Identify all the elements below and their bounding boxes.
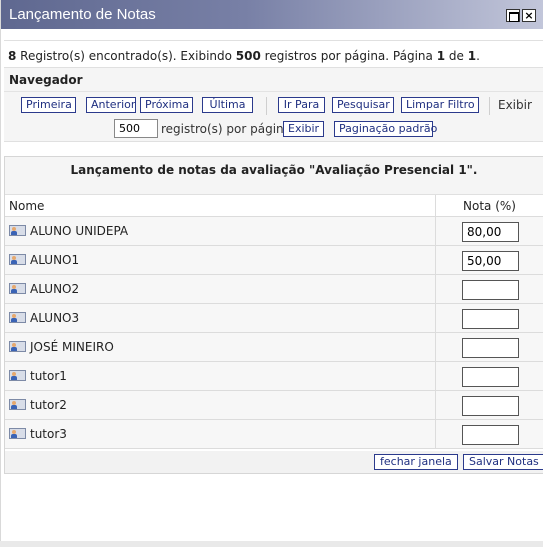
navigator-panel: Navegador Primeira Anterior Próxima Últi…	[4, 67, 543, 142]
grade-input[interactable]	[462, 309, 519, 329]
student-icon	[9, 428, 26, 439]
grade-input[interactable]	[462, 338, 519, 358]
save-grades-button[interactable]: Salvar Notas	[463, 454, 543, 470]
table-row: ALUNO1	[5, 246, 543, 275]
student-name: JOSÉ MINEIRO	[30, 340, 114, 354]
previous-page-button[interactable]: Anterior	[86, 97, 136, 113]
table-row: tutor2	[5, 391, 543, 420]
maximize-icon[interactable]	[506, 9, 520, 22]
goto-page-button[interactable]: Ir Para	[278, 97, 325, 113]
table-row: tutor1	[5, 362, 543, 391]
grade-input[interactable]	[462, 251, 519, 271]
student-name: ALUNO3	[30, 311, 80, 325]
search-button[interactable]: Pesquisar	[332, 97, 394, 113]
name-column-header: Nome	[9, 199, 45, 213]
student-name: ALUNO UNIDEPA	[30, 224, 129, 238]
clear-filter-button[interactable]: Limpar Filtro	[401, 97, 479, 113]
current-page: 1	[436, 49, 446, 63]
student-name: tutor3	[30, 427, 67, 441]
show-button[interactable]: Exibir	[283, 121, 324, 137]
grades-heading: Lançamento de notas da avaliação "Avalia…	[5, 157, 543, 195]
window-titlebar[interactable]: Lançamento de Notas ×	[1, 0, 543, 29]
navigator-divider	[4, 91, 543, 92]
grade-entry-window: Lançamento de Notas × 8 Registro(s) enco…	[0, 0, 543, 541]
close-icon[interactable]: ×	[522, 9, 536, 22]
student-icon	[9, 283, 26, 294]
bottom-strip	[0, 541, 543, 547]
student-name: ALUNO2	[30, 282, 80, 296]
first-page-button[interactable]: Primeira	[21, 97, 76, 113]
grade-input[interactable]	[462, 425, 519, 445]
grades-table-header: Nome Nota (%)	[5, 195, 543, 217]
grades-footer: fechar janela Salvar Notas	[5, 451, 543, 473]
student-icon	[9, 312, 26, 323]
table-row: ALUNO2	[5, 275, 543, 304]
default-paging-button[interactable]: Paginação padrão	[334, 121, 437, 137]
per-page-label: registro(s) por página.	[161, 122, 295, 136]
navigator-title: Navegador	[9, 73, 83, 87]
student-name: tutor1	[30, 369, 67, 383]
grade-input[interactable]	[462, 367, 519, 387]
window-title: Lançamento de Notas	[9, 6, 156, 23]
per-page-text: registros por página. Página	[260, 49, 437, 63]
total-pages: 1	[467, 49, 477, 63]
student-name: ALUNO1	[30, 253, 80, 267]
student-icon	[9, 254, 26, 265]
records-info: 8 Registro(s) encontrado(s). Exibindo 50…	[4, 40, 543, 66]
per-page-count: 500	[235, 49, 261, 63]
button-separator	[489, 97, 490, 115]
close-window-button[interactable]: fechar janela	[374, 454, 458, 470]
table-row: ALUNO UNIDEPA	[5, 217, 543, 246]
student-icon	[9, 370, 26, 381]
grade-input[interactable]	[462, 222, 519, 242]
table-row: ALUNO3	[5, 304, 543, 333]
table-row: JOSÉ MINEIRO	[5, 333, 543, 362]
last-page-button[interactable]: Última	[202, 97, 253, 113]
grade-column-header: Nota (%)	[435, 195, 543, 216]
student-name: tutor2	[30, 398, 67, 412]
table-row: tutor3	[5, 420, 543, 449]
per-page-input[interactable]	[114, 119, 158, 138]
info-end: .	[476, 49, 480, 63]
grade-input[interactable]	[462, 280, 519, 300]
button-separator	[266, 97, 267, 115]
next-page-button[interactable]: Próxima	[140, 97, 193, 113]
student-icon	[9, 399, 26, 410]
of-text: de	[445, 49, 468, 63]
grades-panel: Lançamento de notas da avaliação "Avalia…	[4, 156, 543, 474]
show-label: Exibir	[498, 98, 532, 112]
records-found-text: Registro(s) encontrado(s). Exibindo	[16, 49, 236, 63]
student-icon	[9, 225, 26, 236]
grade-input[interactable]	[462, 396, 519, 416]
student-icon	[9, 341, 26, 352]
